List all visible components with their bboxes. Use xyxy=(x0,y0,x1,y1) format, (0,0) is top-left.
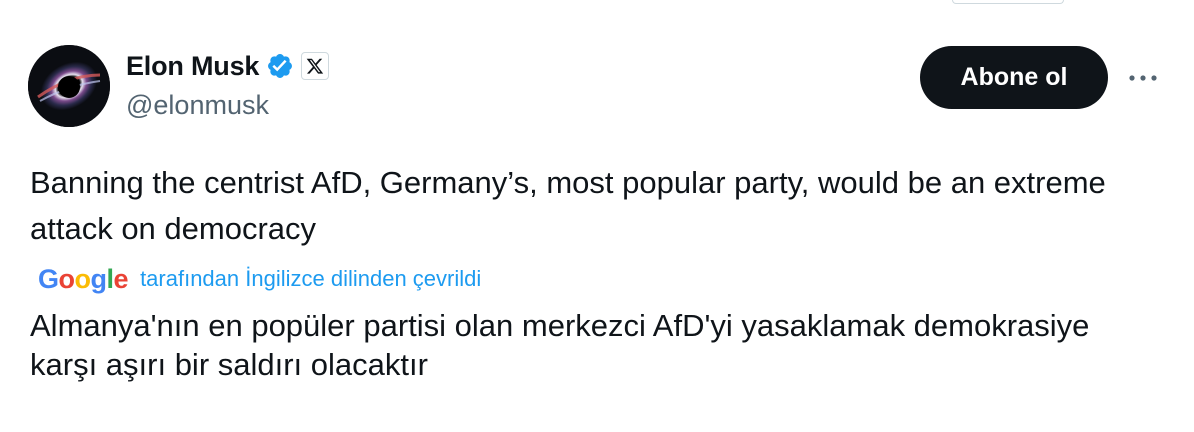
x-logo-icon[interactable] xyxy=(301,52,330,80)
author-handle[interactable]: @elonmusk xyxy=(126,90,269,121)
author-display-name[interactable]: Elon Musk xyxy=(126,51,259,82)
author-name-row: Elon Musk xyxy=(126,48,330,84)
google-logo: Google xyxy=(38,263,129,294)
black-hole-avatar-icon xyxy=(28,45,110,127)
tweet-text: Banning the centrist AfD, Germany’s, mos… xyxy=(30,165,1106,246)
translated-tweet-text: Almanya'nın en popüler partisi olan merk… xyxy=(30,308,1090,382)
follow-button[interactable]: Abone ol xyxy=(920,46,1108,109)
more-icon[interactable] xyxy=(1126,64,1160,92)
translation-note-link[interactable]: tarafından İngilizce dilinden çevrildi xyxy=(140,266,481,292)
author-avatar[interactable] xyxy=(28,45,110,127)
translation-attribution: Google tarafından İngilizce dilinden çev… xyxy=(38,262,481,296)
top-edge-decoration xyxy=(952,0,1064,4)
verified-badge-icon[interactable] xyxy=(266,52,294,80)
